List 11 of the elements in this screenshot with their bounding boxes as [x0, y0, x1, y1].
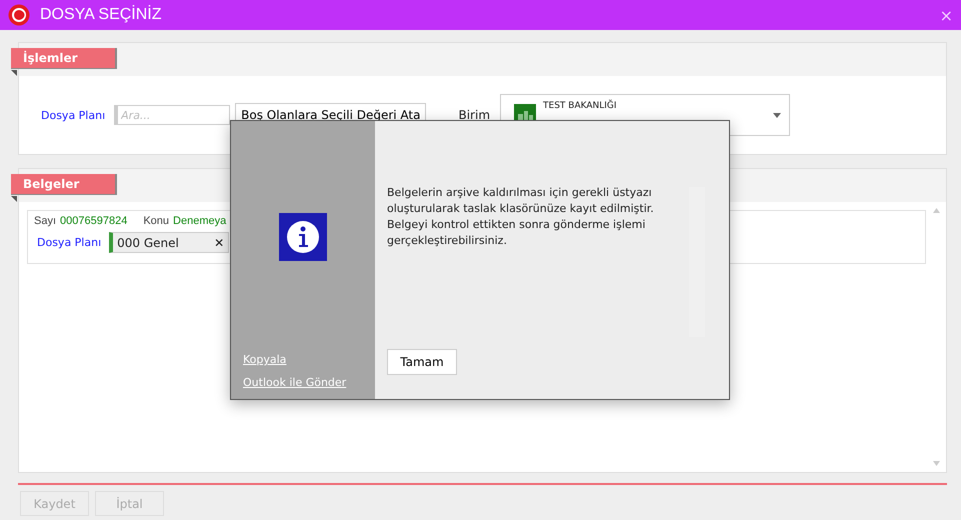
file-plan-text: 000 Genel: [117, 236, 179, 250]
document-subject: Denemeya: [173, 215, 226, 227]
dialog-message: Belgelerin arşive kaldırılması için gerekli üstyazı oluşturularak taslak klasörünüze kayıt edilmiştir. Belgeyi kontrol ettikten sonra gönderme işlemi gerçekleştirebilirsiniz.: [387, 185, 655, 249]
unit-org: TEST BAKANLIĞI: [543, 101, 618, 111]
document-number: 00076597824: [60, 215, 128, 227]
field-label: Dosya Planı: [37, 236, 102, 249]
field-label: Dosya Planı: [41, 108, 106, 122]
field-label: Sayı: [34, 215, 56, 227]
window-title: DOSYA SEÇİNİZ: [40, 6, 163, 24]
field-label: Konu: [143, 215, 170, 227]
field-label: Birim: [458, 108, 490, 122]
